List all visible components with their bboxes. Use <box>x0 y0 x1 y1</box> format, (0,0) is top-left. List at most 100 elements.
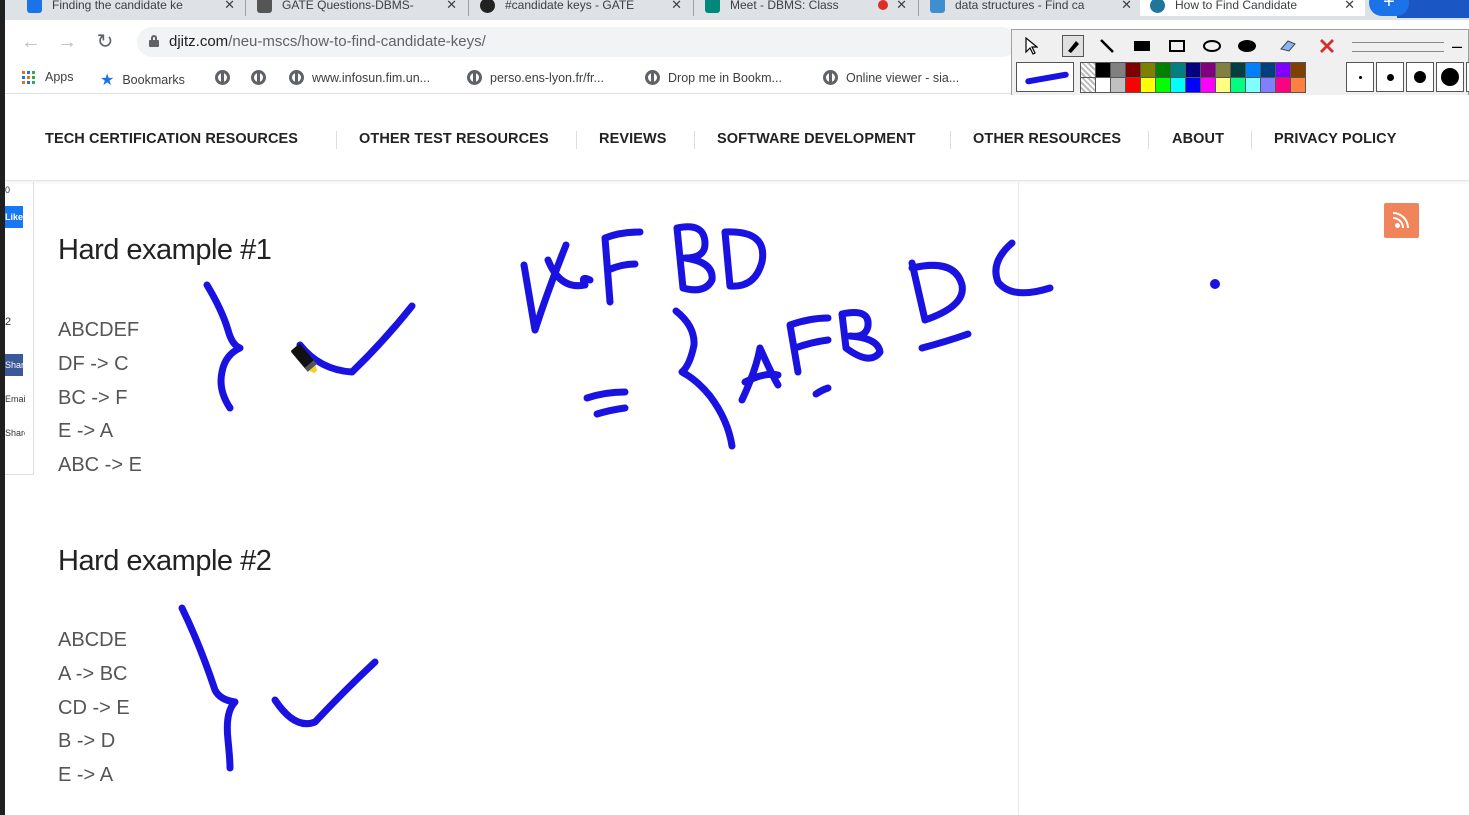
brush-size-2[interactable] <box>1376 62 1404 92</box>
brush-size-3[interactable] <box>1406 62 1434 92</box>
palette-transparent[interactable] <box>1081 63 1095 77</box>
globe-icon <box>251 70 266 85</box>
bookmark-label: Online viewer - sia... <box>846 70 960 85</box>
palette-swatch[interactable] <box>1201 63 1215 77</box>
close-icon[interactable]: ✕ <box>224 0 235 13</box>
pen-icon[interactable] <box>1062 35 1084 57</box>
palette-swatch[interactable] <box>1141 78 1155 92</box>
tab-4[interactable]: data structures - Find ca ✕ <box>920 0 1142 16</box>
nav-about[interactable]: ABOUT <box>1172 131 1224 147</box>
palette-swatch[interactable] <box>1291 63 1305 77</box>
example-2-line: ABCDE <box>58 629 127 651</box>
address-bar[interactable]: djitz.com/neu-mscs/how-to-find-candidate… <box>137 27 1017 57</box>
forward-button[interactable]: → <box>53 28 81 56</box>
palette-swatch[interactable] <box>1096 78 1110 92</box>
example-1-line: DF -> C <box>58 353 129 375</box>
bookmark-online-viewer[interactable]: Online viewer - sia... <box>823 70 959 85</box>
palette-swatch[interactable] <box>1216 63 1230 77</box>
new-tab-button[interactable]: + <box>1369 0 1409 16</box>
stroke-width-slider[interactable] <box>1352 42 1444 52</box>
palette-swatch[interactable] <box>1291 78 1305 92</box>
reload-button[interactable]: ↻ <box>91 28 119 56</box>
palette-swatch[interactable] <box>1261 63 1275 77</box>
palette-swatch[interactable] <box>1111 63 1125 77</box>
palette-swatch[interactable] <box>1186 78 1200 92</box>
nav-other-test-resources[interactable]: OTHER TEST RESOURCES <box>359 131 549 147</box>
nav-other-resources[interactable]: OTHER RESOURCES <box>973 131 1121 147</box>
close-icon[interactable]: ✕ <box>671 0 682 13</box>
palette-swatch[interactable] <box>1231 63 1245 77</box>
bookmark-label: perso.ens-lyon.fr/fr... <box>490 70 604 85</box>
color-palette[interactable] <box>1080 62 1306 93</box>
close-icon[interactable]: ✕ <box>1344 0 1355 13</box>
bookmark-label: www.infosun.fim.un... <box>312 70 431 85</box>
filled-ellipse-icon[interactable] <box>1236 35 1258 57</box>
share-button-2[interactable]: Share <box>5 428 25 438</box>
palette-swatch[interactable] <box>1171 63 1185 77</box>
nav-privacy-policy[interactable]: PRIVACY POLICY <box>1274 131 1397 147</box>
palette-swatch[interactable] <box>1231 78 1245 92</box>
palette-swatch[interactable] <box>1141 63 1155 77</box>
example-2-title: Hard example #2 <box>58 545 272 577</box>
palette-swatch[interactable] <box>1096 63 1110 77</box>
tab-3[interactable]: Meet - DBMS: Class ✕ <box>695 0 917 16</box>
bookmark-apps[interactable]: Apps <box>22 70 74 84</box>
palette-transparent[interactable] <box>1081 78 1095 92</box>
palette-swatch[interactable] <box>1216 78 1230 92</box>
facebook-like-button[interactable]: Like <box>5 206 23 228</box>
palette-swatch[interactable] <box>1246 63 1260 77</box>
close-icon[interactable]: ✕ <box>446 0 457 13</box>
palette-swatch[interactable] <box>1276 63 1290 77</box>
palette-swatch[interactable] <box>1276 78 1290 92</box>
nav-reviews[interactable]: REVIEWS <box>599 131 667 147</box>
bookmark-drop-me[interactable]: Drop me in Bookm... <box>645 70 782 85</box>
example-1-line: E -> A <box>58 420 114 442</box>
back-button[interactable]: ← <box>17 28 45 56</box>
bookmark-bookmarks[interactable]: ★ Bookmarks <box>100 70 185 90</box>
tab-1[interactable]: GATE Questions-DBMS- ✕ <box>247 0 467 16</box>
palette-swatch[interactable] <box>1156 78 1170 92</box>
tab-2[interactable]: #candidate keys - GATE ✕ <box>470 0 692 16</box>
tab-0[interactable]: Finding the candidate ke ✕ <box>17 0 245 16</box>
palette-swatch[interactable] <box>1201 78 1215 92</box>
globe-icon <box>645 70 660 85</box>
close-icon[interactable]: ✕ <box>896 0 907 13</box>
palette-swatch[interactable] <box>1156 63 1170 77</box>
bookmark-infosun[interactable]: www.infosun.fim.un... <box>289 70 430 85</box>
stackexchange-icon <box>930 0 945 13</box>
palette-swatch[interactable] <box>1246 78 1260 92</box>
screen: Finding the candidate ke ✕ GATE Question… <box>0 0 1469 815</box>
ellipse-icon[interactable] <box>1201 35 1223 57</box>
tab-5-active[interactable]: How to Find Candidate ✕ <box>1140 0 1365 16</box>
palette-swatch[interactable] <box>1186 63 1200 77</box>
bookmark-globe-2[interactable] <box>251 70 274 85</box>
palette-swatch[interactable] <box>1171 78 1185 92</box>
clear-icon[interactable] <box>1316 35 1338 57</box>
example-2-line: A -> BC <box>58 663 128 685</box>
brush-size-1[interactable] <box>1346 62 1374 92</box>
share-button[interactable]: Share <box>5 354 23 376</box>
filled-rect-icon[interactable] <box>1131 35 1153 57</box>
bookmark-label: Drop me in Bookm... <box>668 70 782 85</box>
lock-icon <box>149 35 159 47</box>
palette-swatch[interactable] <box>1261 78 1275 92</box>
palette-swatch[interactable] <box>1111 78 1125 92</box>
brush-size-4[interactable] <box>1436 62 1464 92</box>
email-button[interactable]: Email <box>5 394 25 404</box>
nav-software-development[interactable]: SOFTWARE DEVELOPMENT <box>717 131 916 147</box>
minimize-icon[interactable]: – <box>1452 36 1462 57</box>
line-icon[interactable] <box>1096 35 1118 57</box>
palette-swatch[interactable] <box>1126 78 1140 92</box>
nav-tech-certification[interactable]: TECH CERTIFICATION RESOURCES <box>45 131 298 147</box>
palette-swatch[interactable] <box>1126 63 1140 77</box>
rss-icon[interactable] <box>1384 203 1419 238</box>
rect-icon[interactable] <box>1166 35 1188 57</box>
site-navigation: TECH CERTIFICATION RESOURCES OTHER TEST … <box>5 95 1469 181</box>
globe-icon <box>467 70 482 85</box>
url-path: /neu-mscs/how-to-find-candidate-keys/ <box>228 33 486 50</box>
bookmark-ens-lyon[interactable]: perso.ens-lyon.fr/fr... <box>467 70 604 85</box>
eraser-icon[interactable] <box>1277 35 1299 57</box>
pointer-icon[interactable] <box>1020 35 1042 57</box>
close-icon[interactable]: ✕ <box>1121 0 1132 13</box>
bookmark-globe-1[interactable] <box>215 70 238 85</box>
